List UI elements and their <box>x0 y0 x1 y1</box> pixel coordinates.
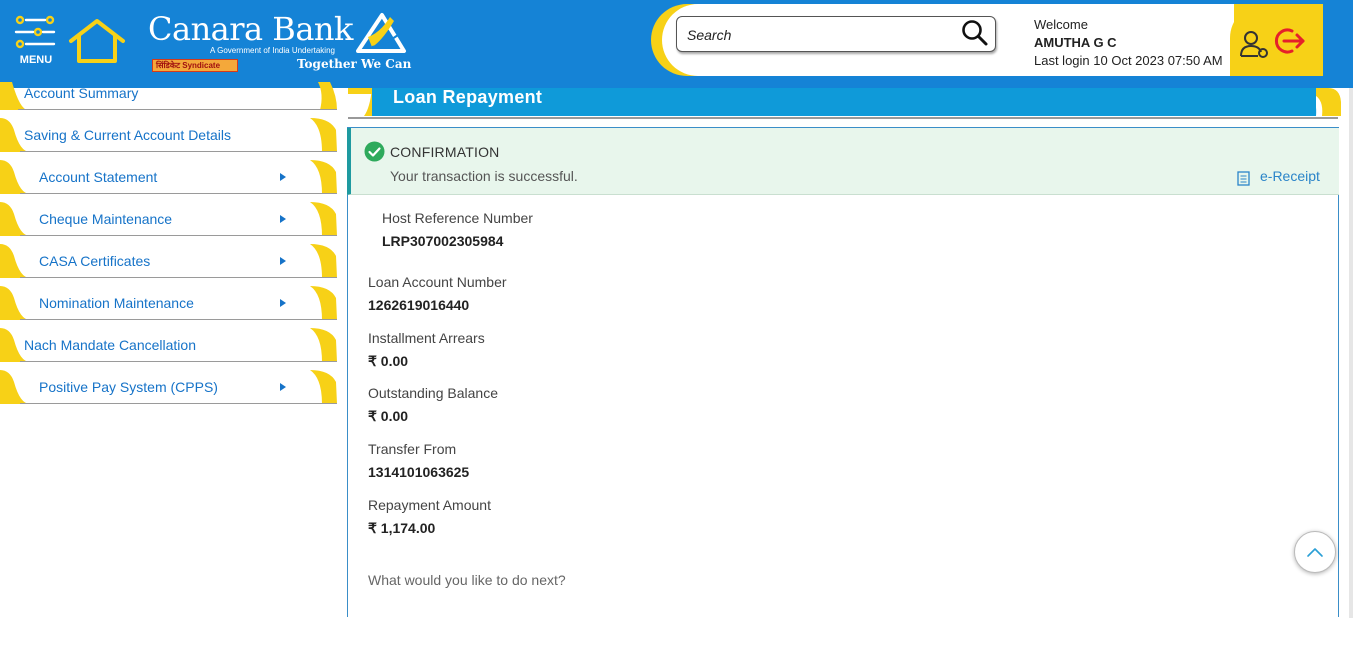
repayment-amount-label: Repayment Amount <box>368 497 491 513</box>
chevron-right-icon <box>280 299 286 307</box>
sidebar-item-label: Positive Pay System (CPPS) <box>39 379 218 395</box>
syndicate-badge: सिंडिकेट Syndicate <box>152 59 238 72</box>
page-title: Loan Repayment <box>393 87 543 107</box>
canara-triangle-logo-icon <box>356 13 406 53</box>
logout-icon[interactable] <box>1274 26 1306 56</box>
logo-tagline: Together We Can <box>297 57 412 71</box>
repayment-amount-value: ₹ 1,174.00 <box>368 520 436 536</box>
next-action-prompt: What would you like to do next? <box>368 572 566 588</box>
sidebar-item-label: Account Summary <box>24 85 139 101</box>
chevron-right-icon <box>280 257 286 265</box>
menu-button[interactable]: MENU <box>12 14 60 70</box>
chevron-right-icon <box>280 215 286 223</box>
sidebar-item-label: CASA Certificates <box>39 253 151 269</box>
confirmation-message: Your transaction is successful. <box>390 168 578 184</box>
search-icon[interactable] <box>961 19 989 47</box>
chevron-right-icon <box>280 383 286 391</box>
chevron-up-icon <box>1307 548 1323 557</box>
content-panel <box>347 127 1339 617</box>
sidebar-item-label: Saving & Current Account Details <box>24 127 231 143</box>
user-name: AMUTHA G C <box>1034 35 1117 50</box>
sidebar-item-positive-pay-system[interactable]: Positive Pay System (CPPS) <box>0 370 338 404</box>
loan-account-value: 1262619016440 <box>368 297 470 313</box>
transfer-from-value: 1314101063625 <box>368 464 470 480</box>
sidebar-item-nach-mandate-cancellation[interactable]: Nach Mandate Cancellation <box>0 328 338 362</box>
sidebar-item-casa-certificates[interactable]: CASA Certificates <box>0 244 338 278</box>
installment-arrears-label: Installment Arrears <box>368 330 485 346</box>
outstanding-balance-value: ₹ 0.00 <box>368 408 409 424</box>
transfer-from-label: Transfer From <box>368 441 457 457</box>
welcome-greeting: Welcome <box>1034 17 1088 32</box>
sidebar-item-account-statement[interactable]: Account Statement <box>0 160 338 194</box>
search-input[interactable] <box>687 25 947 45</box>
host-reference-value: LRP307002305984 <box>382 233 504 249</box>
host-reference-label: Host Reference Number <box>382 210 533 226</box>
outstanding-balance-label: Outstanding Balance <box>368 385 498 401</box>
sidebar-item-label: Cheque Maintenance <box>39 211 173 227</box>
sidebar-item-label: Account Statement <box>39 169 158 185</box>
sidebar-item-account-summary[interactable]: Account Summary <box>0 82 338 110</box>
confirmation-banner <box>347 128 1339 195</box>
canara-bank-logo[interactable]: Canara Bank A Government of India Undert… <box>146 8 416 78</box>
menu-label: MENU <box>19 54 53 66</box>
check-circle-icon <box>364 141 385 162</box>
logo-subtitle: A Government of India Undertaking <box>210 46 335 55</box>
sidebar-item-label: Nomination Maintenance <box>39 295 194 311</box>
profile-icon[interactable] <box>1238 28 1270 60</box>
page-scrollbar[interactable] <box>1349 88 1353 618</box>
home-icon[interactable] <box>68 18 126 64</box>
sidebar-item-cheque-maintenance[interactable]: Cheque Maintenance <box>0 202 338 236</box>
loan-account-label: Loan Account Number <box>368 274 507 290</box>
sidebar-item-label: Nach Mandate Cancellation <box>24 337 196 353</box>
sidebar-item-saving-current[interactable]: Saving & Current Account Details <box>0 118 338 152</box>
welcome-block: Welcome AMUTHA G C Last login 10 Oct 202… <box>1034 16 1223 70</box>
chevron-right-icon <box>280 173 286 181</box>
confirmation-title: CONFIRMATION <box>390 144 500 160</box>
logo-name: Canara Bank <box>148 10 353 48</box>
receipt-icon <box>1237 171 1250 186</box>
scroll-to-top-button[interactable] <box>1294 531 1336 573</box>
installment-arrears-value: ₹ 0.00 <box>368 353 409 369</box>
e-receipt-label: e-Receipt <box>1260 168 1320 184</box>
last-login: Last login 10 Oct 2023 07:50 AM <box>1034 53 1223 68</box>
search-box <box>676 16 996 52</box>
menu-icon <box>14 15 56 49</box>
sidebar-item-nomination-maintenance[interactable]: Nomination Maintenance <box>0 286 338 320</box>
